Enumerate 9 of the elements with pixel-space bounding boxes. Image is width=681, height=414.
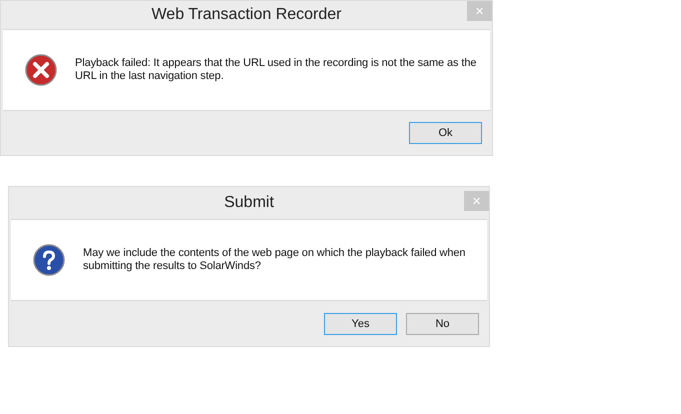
- question-icon: [33, 244, 65, 276]
- message-text: Playback failed: It appears that the URL used in the recording is not the same as the URL in the last navigation step.: [75, 57, 478, 83]
- confirm-button[interactable]: Ok: [409, 122, 482, 144]
- window-title: Web Transaction Recorder: [151, 6, 342, 24]
- error-icon: [25, 54, 57, 86]
- message-text: May we include the contents of the web page on which the playback failed when submitting the results to SolarWinds?: [83, 247, 466, 273]
- cancel-button[interactable]: No: [406, 312, 479, 334]
- confirm-button[interactable]: Yes: [324, 312, 397, 334]
- window-title: Submit: [224, 194, 274, 212]
